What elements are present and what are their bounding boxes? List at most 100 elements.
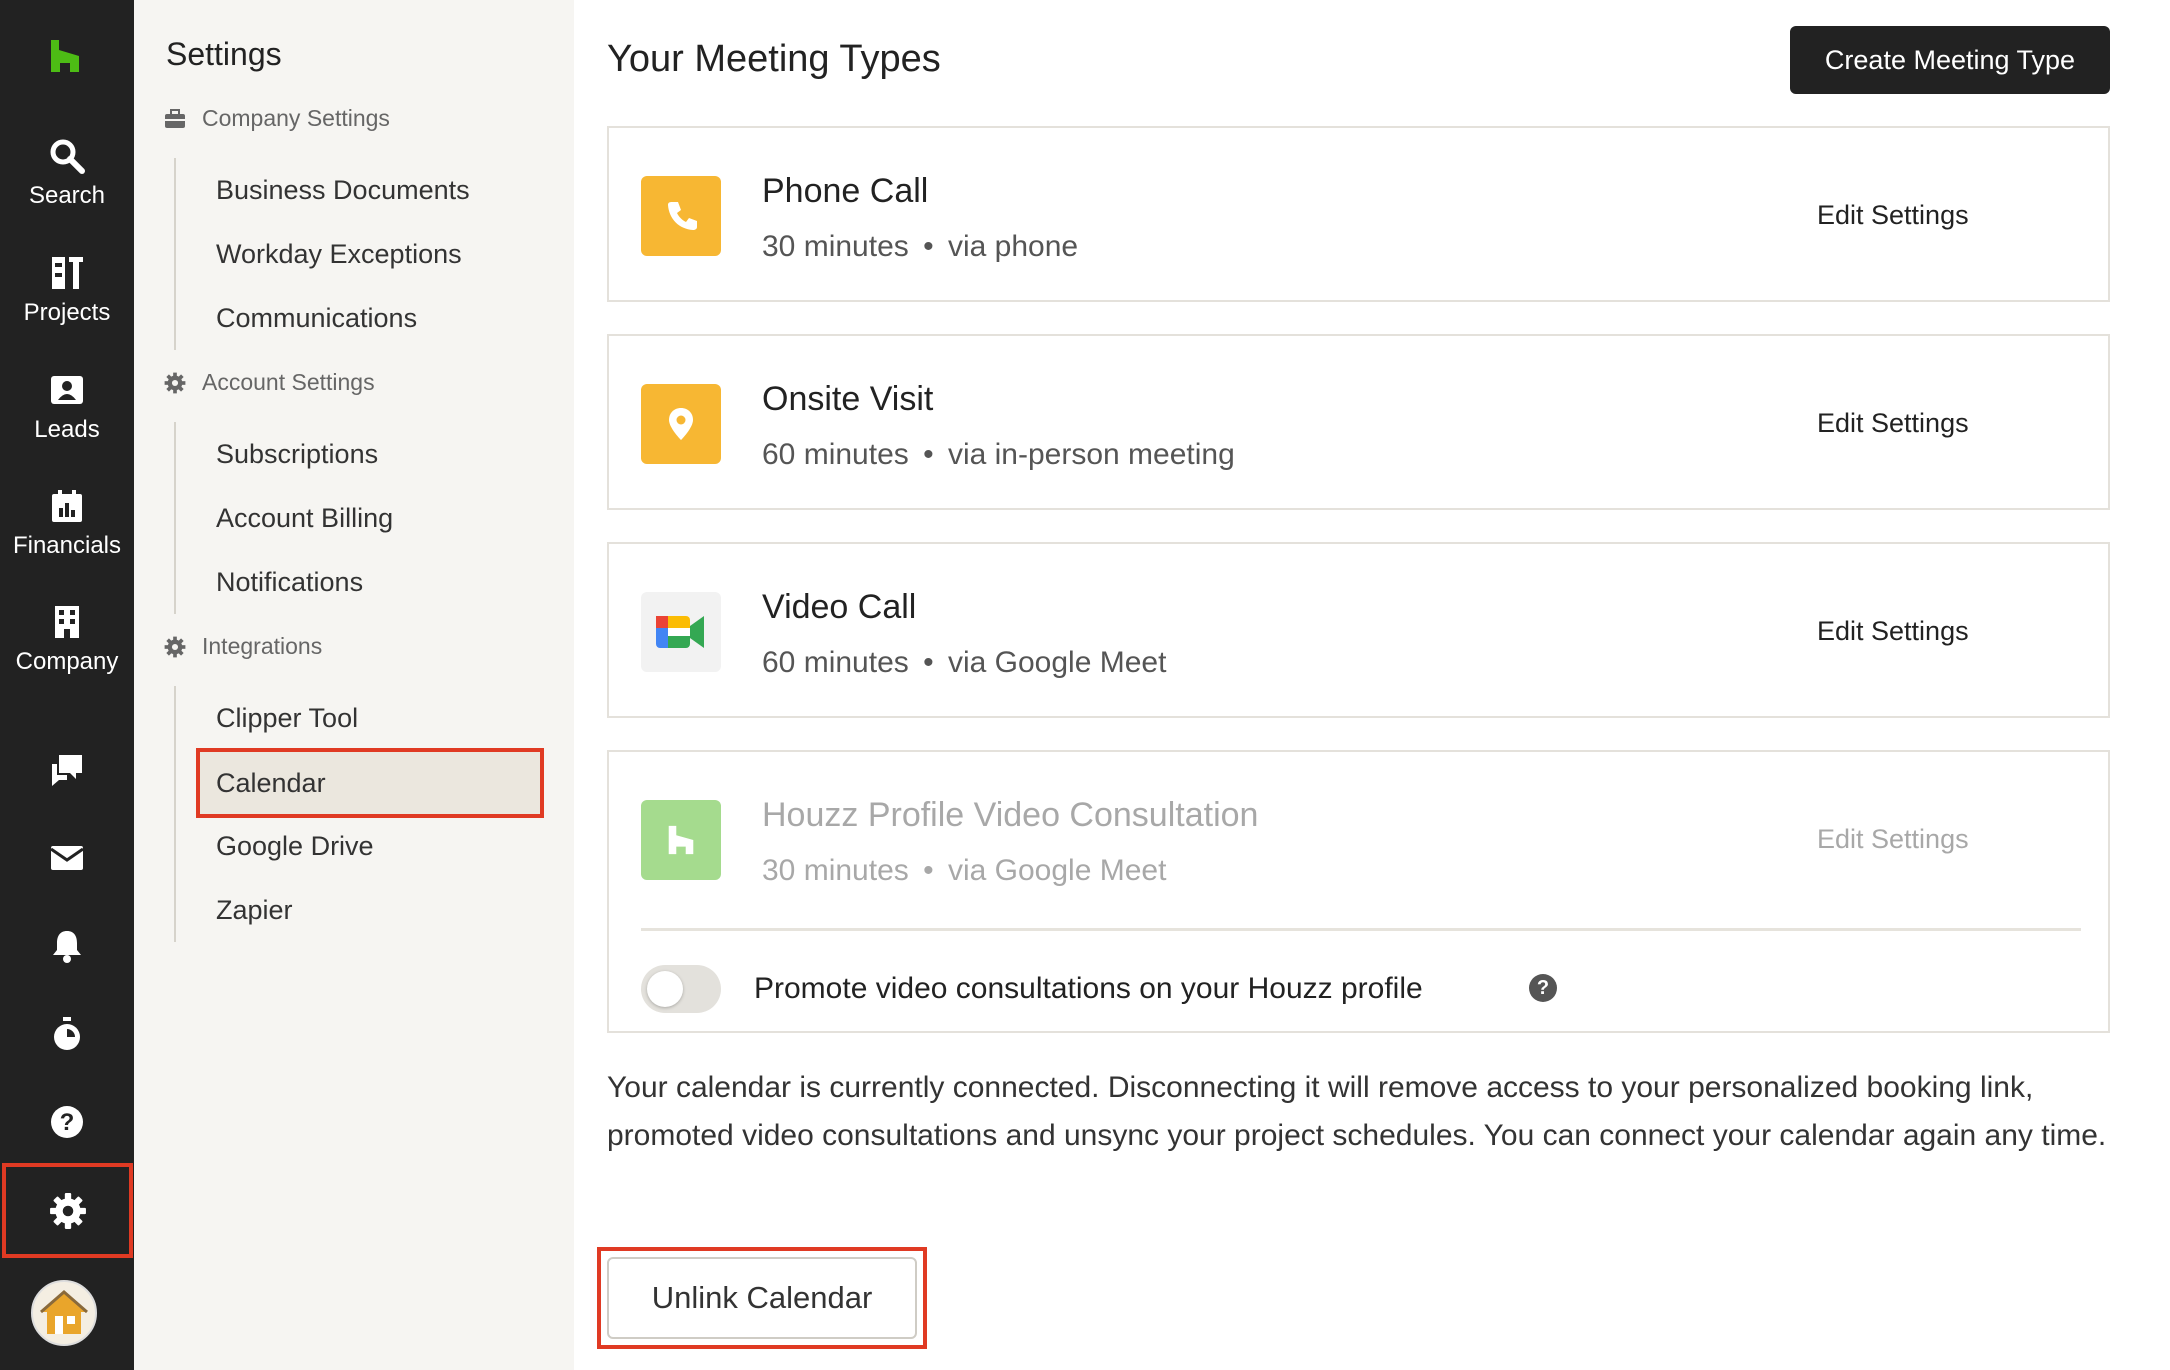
rail-item-leads[interactable]: Leads: [0, 372, 134, 482]
meeting-icon-tile: [641, 592, 721, 672]
rail-item-label: Leads: [34, 416, 100, 443]
main-content: Your Meeting Types Create Meeting Type P…: [574, 0, 2170, 1370]
meeting-via: via Google Meet: [947, 646, 1167, 679]
meeting-icon-tile: [641, 384, 721, 464]
meeting-duration: 30 minutes: [762, 854, 909, 887]
calendar-connected-info: Your calendar is currently connected. Di…: [607, 1071, 2107, 1152]
sidebar-item-zapier[interactable]: Zapier: [216, 895, 293, 926]
sidebar-item-business-documents[interactable]: Business Documents: [216, 175, 470, 206]
section-label: Company Settings: [202, 105, 390, 131]
sidebar-item-label: Calendar: [216, 767, 326, 798]
promote-video-toggle[interactable]: [641, 965, 721, 1013]
toggle-knob: [647, 971, 683, 1007]
meeting-duration: 60 minutes: [762, 438, 909, 471]
edit-settings-link[interactable]: Edit Settings: [1817, 408, 1969, 439]
briefcase-icon: [165, 108, 185, 128]
rail-item-label: Company: [15, 648, 119, 675]
meta-separator: •: [923, 438, 934, 471]
section-company-settings: Company Settings: [164, 105, 390, 132]
sidebar-item-clipper-tool[interactable]: Clipper Tool: [216, 703, 358, 734]
meeting-via: via Google Meet: [947, 854, 1167, 887]
sidebar-title: Settings: [166, 36, 282, 72]
timer-icon: [54, 1017, 80, 1050]
edit-settings-link[interactable]: Edit Settings: [1817, 616, 1969, 647]
meeting-via: via phone: [947, 230, 1079, 263]
location-pin-icon: [669, 408, 693, 440]
sidebar-item-notifications[interactable]: Notifications: [216, 567, 363, 598]
promote-label: Promote video consultations on your Houz…: [754, 972, 1423, 1005]
meeting-type-name: Phone Call: [762, 172, 929, 210]
meeting-type-name: Video Call: [762, 588, 917, 626]
section-integrations: Integrations: [164, 633, 322, 660]
meeting-type-card: Video Call 60 minutes • via Google Meet …: [607, 542, 2110, 718]
rail-notifications[interactable]: [0, 916, 134, 976]
help-tooltip-icon[interactable]: ?: [1529, 974, 1557, 1002]
section-account-settings: Account Settings: [164, 369, 375, 396]
rail-item-search[interactable]: Search: [0, 138, 134, 248]
section-rail-line: [174, 158, 176, 350]
page-title: Your Meeting Types: [607, 38, 941, 80]
sidebar-item-subscriptions[interactable]: Subscriptions: [216, 439, 378, 470]
meeting-via: via in-person meeting: [947, 438, 1235, 471]
avatar[interactable]: [31, 1280, 97, 1346]
financials-icon: [52, 490, 82, 522]
houzz-icon: [668, 825, 694, 855]
meeting-icon-tile: [641, 800, 721, 880]
leads-icon: [51, 376, 83, 404]
rail-item-company[interactable]: Company: [0, 604, 134, 714]
meeting-icon-tile: [641, 176, 721, 256]
rail-settings[interactable]: [2, 1163, 133, 1258]
unlink-highlight: Unlink Calendar: [597, 1247, 927, 1349]
gear-icon: [164, 372, 186, 393]
sidebar-item-google-drive[interactable]: Google Drive: [216, 831, 374, 862]
sidebar-item-account-billing[interactable]: Account Billing: [216, 503, 393, 534]
create-meeting-type-button[interactable]: Create Meeting Type: [1790, 26, 2110, 94]
company-icon: [55, 606, 79, 638]
meeting-type-card: Onsite Visit 60 minutes • via in-person …: [607, 334, 2110, 510]
section-label: Account Settings: [202, 369, 375, 395]
messages-icon: [52, 755, 82, 786]
houzz-logo-icon[interactable]: [47, 38, 83, 74]
rail-item-label: Projects: [23, 299, 111, 326]
meta-separator: •: [923, 230, 934, 263]
meeting-duration: 30 minutes: [762, 230, 909, 263]
edit-settings-link[interactable]: Edit Settings: [1817, 200, 1969, 231]
meta-separator: •: [923, 854, 934, 887]
meeting-type-card: Phone Call 30 minutes • via phone Edit S…: [607, 126, 2110, 302]
meeting-type-details: 60 minutes • via in-person meeting: [762, 438, 1235, 472]
sidebar-item-workday-exceptions[interactable]: Workday Exceptions: [216, 239, 462, 270]
svg-text:?: ?: [60, 1109, 75, 1136]
rail-item-label: Search: [28, 182, 106, 209]
meeting-type-details: 30 minutes • via phone: [762, 230, 1078, 264]
section-label: Integrations: [202, 633, 323, 659]
rail-help[interactable]: ?: [0, 1092, 134, 1152]
settings-sidebar: Settings Company Settings Business Docum…: [134, 0, 574, 1370]
unlink-calendar-button[interactable]: Unlink Calendar: [607, 1257, 917, 1339]
rail-timer[interactable]: [0, 1004, 134, 1064]
meeting-duration: 60 minutes: [762, 646, 909, 679]
card-divider: [641, 928, 2081, 931]
sidebar-item-calendar[interactable]: Calendar: [196, 748, 544, 818]
rail-inbox[interactable]: [0, 828, 134, 888]
meeting-type-name: Houzz Profile Video Consultation: [762, 796, 1259, 834]
google-meet-icon: [656, 616, 704, 648]
rail-item-financials[interactable]: Financials: [0, 488, 134, 598]
rail-item-projects[interactable]: Projects: [0, 255, 134, 365]
rail-messages[interactable]: [0, 740, 134, 800]
section-rail-line: [174, 686, 176, 942]
bell-icon: [53, 931, 81, 963]
meta-separator: •: [923, 646, 934, 679]
gear-icon: [164, 636, 186, 657]
meeting-type-card: Houzz Profile Video Consultation 30 minu…: [607, 750, 2110, 1033]
section-rail-line: [174, 422, 176, 614]
projects-icon: [52, 257, 83, 289]
sidebar-item-communications[interactable]: Communications: [216, 303, 417, 334]
app-rail: Search Projects Leads Financials Company…: [0, 0, 134, 1370]
meeting-type-details: 60 minutes • via Google Meet: [762, 646, 1166, 680]
search-icon: [50, 139, 85, 174]
meeting-type-name: Onsite Visit: [762, 380, 934, 418]
edit-settings-link[interactable]: Edit Settings: [1817, 824, 1969, 855]
avatar-house-icon: [40, 1290, 88, 1334]
inbox-icon: [50, 846, 84, 870]
rail-item-label: Financials: [12, 532, 122, 559]
